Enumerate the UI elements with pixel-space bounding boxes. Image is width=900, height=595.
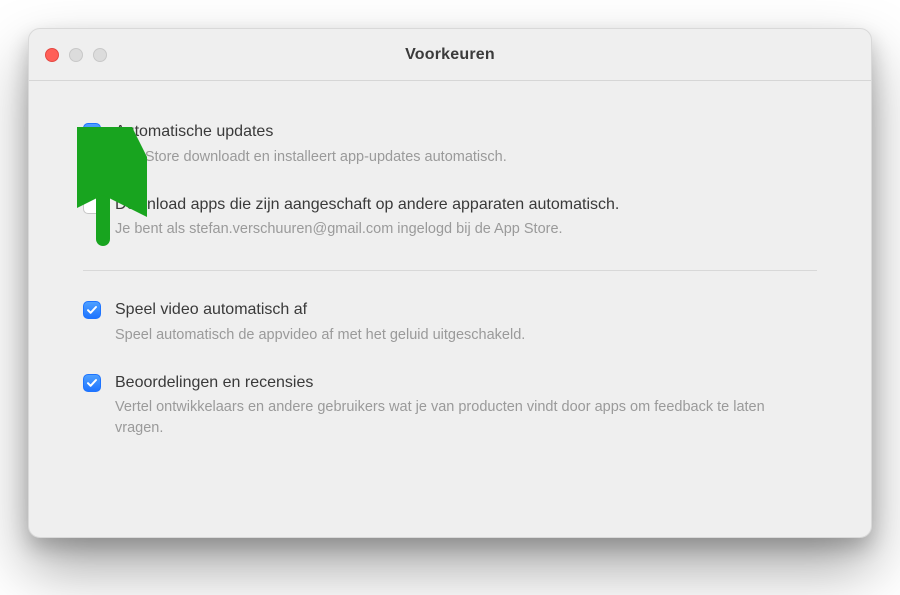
pref-text-group: Download apps die zijn aangeschaft op an… [115, 194, 817, 241]
window-controls [45, 48, 107, 62]
pref-automatic-updates: Automatische updates App Store downloadt… [83, 113, 817, 186]
pref-ratings-reviews: Beoordelingen en recensies Vertel ontwik… [83, 364, 817, 458]
pref-text-group: Beoordelingen en recensies Vertel ontwik… [115, 372, 817, 440]
checkbox-auto-download-purchases[interactable] [83, 196, 101, 214]
checkmark-icon [86, 126, 98, 138]
checkmark-icon [86, 304, 98, 316]
pref-text-group: Automatische updates App Store downloadt… [115, 121, 817, 168]
pref-description: Speel automatisch de appvideo af met het… [115, 325, 817, 346]
pref-label: Speel video automatisch af [115, 299, 817, 321]
stage: Voorkeuren Automatische updates App Stor… [0, 0, 900, 595]
preferences-window: Voorkeuren Automatische updates App Stor… [28, 28, 872, 538]
window-title: Voorkeuren [405, 46, 495, 64]
pref-auto-play-video: Speel video automatisch af Speel automat… [83, 291, 817, 364]
checkbox-ratings-reviews[interactable] [83, 374, 101, 392]
checkbox-automatic-updates[interactable] [83, 123, 101, 141]
pref-auto-download-purchases: Download apps die zijn aangeschaft op an… [83, 186, 817, 259]
pref-description: Vertel ontwikkelaars en andere gebruiker… [115, 397, 817, 439]
pref-description: App Store downloadt en installeert app-u… [115, 147, 817, 168]
pref-label: Beoordelingen en recensies [115, 372, 817, 394]
checkmark-icon [86, 377, 98, 389]
pref-label: Automatische updates [115, 121, 817, 143]
pref-label: Download apps die zijn aangeschaft op an… [115, 194, 817, 216]
titlebar: Voorkeuren [29, 29, 871, 81]
close-button[interactable] [45, 48, 59, 62]
checkbox-auto-play-video[interactable] [83, 301, 101, 319]
preferences-content: Automatische updates App Store downloadt… [29, 81, 871, 481]
zoom-button[interactable] [93, 48, 107, 62]
minimize-button[interactable] [69, 48, 83, 62]
section-divider [83, 270, 817, 271]
pref-text-group: Speel video automatisch af Speel automat… [115, 299, 817, 346]
pref-description: Je bent als stefan.verschuuren@gmail.com… [115, 219, 817, 240]
